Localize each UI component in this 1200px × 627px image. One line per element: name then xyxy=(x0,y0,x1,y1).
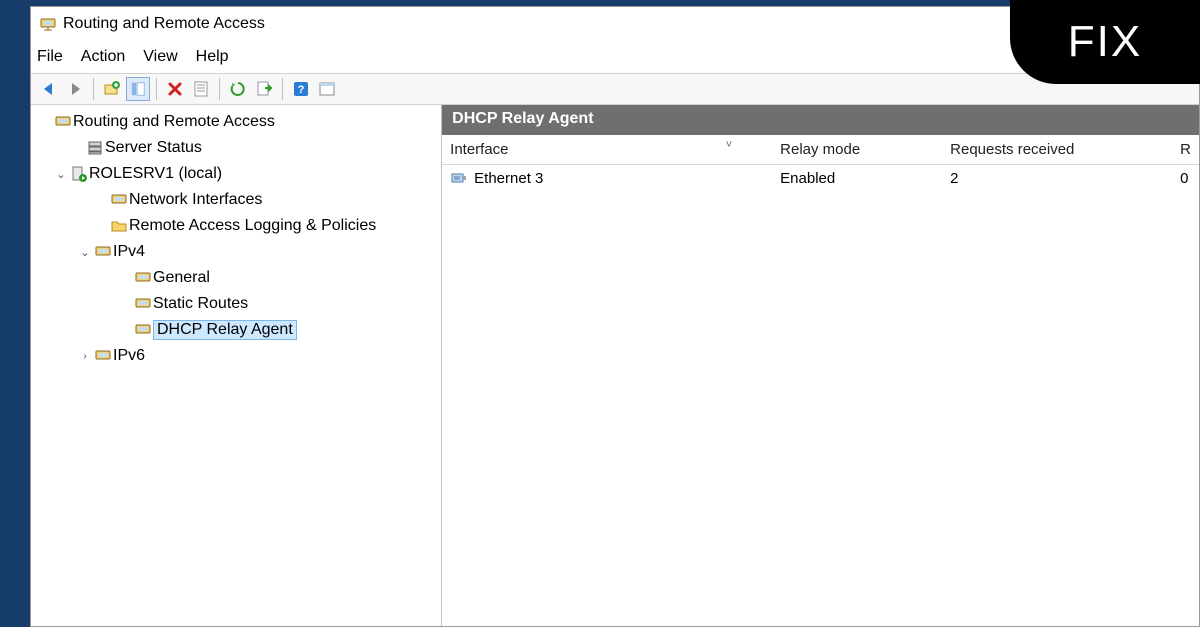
app-icon xyxy=(39,15,57,33)
tree-netif-label: Network Interfaces xyxy=(129,191,262,209)
col-requests-received[interactable]: Requests received xyxy=(942,137,1172,162)
cell-last: 0 xyxy=(1172,168,1199,189)
separator xyxy=(282,78,283,100)
menu-action[interactable]: Action xyxy=(81,48,125,66)
detail-title: DHCP Relay Agent xyxy=(442,105,1199,135)
tree-ipv4-dhcp-relay[interactable]: DHCP Relay Agent xyxy=(33,317,439,343)
export-button[interactable] xyxy=(252,77,276,101)
forward-button[interactable] xyxy=(63,77,87,101)
chevron-right-icon[interactable]: › xyxy=(77,351,93,362)
col-interface[interactable]: Interface xyxy=(442,137,772,162)
window-title: Routing and Remote Access xyxy=(63,15,265,33)
col-last[interactable]: R xyxy=(1172,137,1199,162)
detail-panel: DHCP Relay Agent Interface Relay mode Re… xyxy=(442,105,1199,626)
separator xyxy=(219,78,220,100)
server-status-icon xyxy=(85,139,105,157)
cell-interface-text: Ethernet 3 xyxy=(474,170,543,187)
window-list-button[interactable] xyxy=(315,77,339,101)
folder-icon xyxy=(109,217,129,235)
cell-requests: 2 xyxy=(942,168,1172,189)
rras-node-icon xyxy=(133,295,153,313)
server-running-icon xyxy=(69,165,89,183)
menu-file[interactable]: File xyxy=(37,48,63,66)
tree-server[interactable]: ⌄ ROLESRV1 (local) xyxy=(33,161,439,187)
separator xyxy=(93,78,94,100)
tree-ipv6[interactable]: › IPv6 xyxy=(33,343,439,369)
tree-remote-logging[interactable]: Remote Access Logging & Policies xyxy=(33,213,439,239)
tree-root-label: Routing and Remote Access xyxy=(73,113,275,131)
network-adapter-icon xyxy=(450,169,468,187)
tree-staticroutes-label: Static Routes xyxy=(153,295,248,313)
toolbar: ? xyxy=(31,73,1199,105)
menu-help[interactable]: Help xyxy=(196,48,229,66)
column-headers: Interface Relay mode Requests received R xyxy=(442,135,1199,165)
rras-node-icon xyxy=(133,321,153,339)
rras-node-icon xyxy=(109,191,129,209)
tree-panel: Routing and Remote Access Server Status … xyxy=(31,105,442,626)
delete-button[interactable] xyxy=(163,77,187,101)
rras-node-icon xyxy=(93,347,113,365)
separator xyxy=(156,78,157,100)
tree-network-interfaces[interactable]: Network Interfaces xyxy=(33,187,439,213)
cell-mode: Enabled xyxy=(772,168,942,189)
help-button[interactable]: ? xyxy=(289,77,313,101)
add-button[interactable] xyxy=(100,77,124,101)
rras-icon xyxy=(53,113,73,131)
rras-node-icon xyxy=(133,269,153,287)
content-area: Routing and Remote Access Server Status … xyxy=(31,105,1199,626)
tree-server-status[interactable]: Server Status xyxy=(33,135,439,161)
col-relay-mode[interactable]: Relay mode xyxy=(772,137,942,162)
properties-button[interactable] xyxy=(189,77,213,101)
menu-view[interactable]: View xyxy=(143,48,177,66)
fix-badge: FIX xyxy=(1010,0,1200,84)
tree-server-label: ROLESRV1 (local) xyxy=(89,165,222,183)
tree-ipv6-label: IPv6 xyxy=(113,347,145,365)
chevron-down-icon[interactable]: ⌄ xyxy=(77,246,93,259)
tree-dhcprelay-label: DHCP Relay Agent xyxy=(153,320,297,340)
back-button[interactable] xyxy=(37,77,61,101)
tree-ipv4[interactable]: ⌄ IPv4 xyxy=(33,239,439,265)
rras-node-icon xyxy=(93,243,113,261)
tree-root[interactable]: Routing and Remote Access xyxy=(33,109,439,135)
svg-text:?: ? xyxy=(298,84,305,96)
chevron-down-icon[interactable]: ⌄ xyxy=(53,168,69,181)
rras-window: Routing and Remote Access File Action Vi… xyxy=(30,6,1200,627)
table-row[interactable]: Ethernet 3 Enabled 2 0 xyxy=(442,165,1199,191)
tree-ipv4-general[interactable]: General xyxy=(33,265,439,291)
tree-server-status-label: Server Status xyxy=(105,139,202,157)
tree-general-label: General xyxy=(153,269,210,287)
show-hide-button[interactable] xyxy=(126,77,150,101)
cell-interface: Ethernet 3 xyxy=(442,167,772,189)
tree-remotelog-label: Remote Access Logging & Policies xyxy=(129,217,376,235)
tree-ipv4-label: IPv4 xyxy=(113,243,145,261)
refresh-button[interactable] xyxy=(226,77,250,101)
tree-ipv4-static-routes[interactable]: Static Routes xyxy=(33,291,439,317)
